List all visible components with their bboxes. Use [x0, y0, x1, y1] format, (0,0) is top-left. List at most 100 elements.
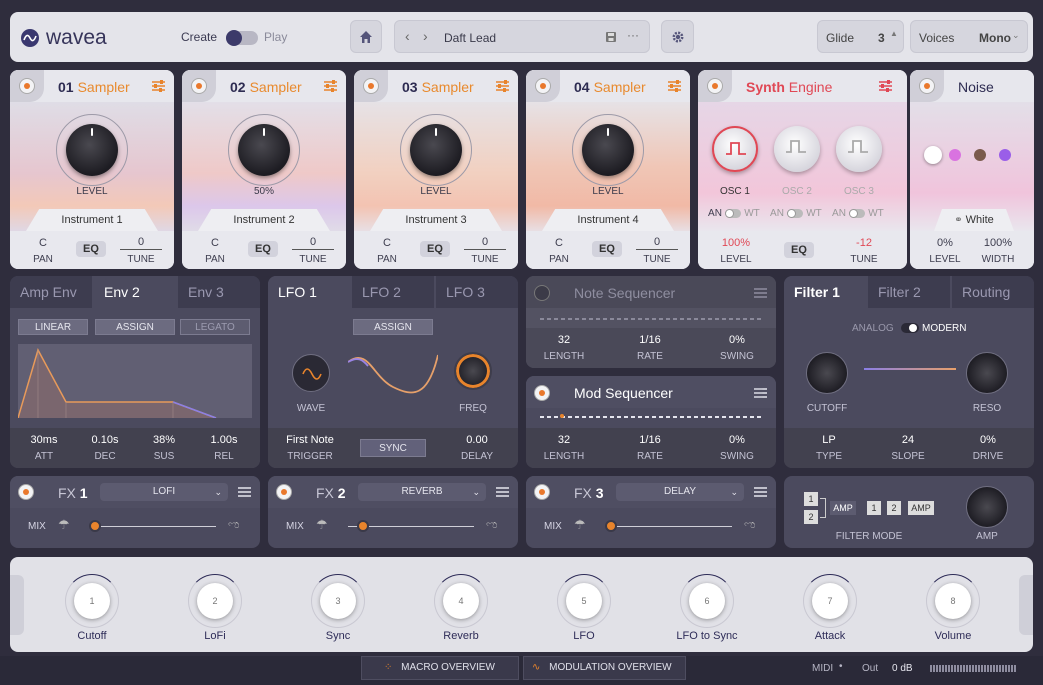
- synth-tune-value[interactable]: -12: [848, 237, 880, 249]
- instrument-name-tag[interactable]: Instrument 2: [198, 209, 330, 231]
- tune-value[interactable]: 0: [464, 236, 506, 248]
- output-gain-value[interactable]: 0 dB: [892, 663, 913, 674]
- fx-type-select[interactable]: LOFI ⌄: [100, 483, 228, 501]
- noise-type-tag[interactable]: ⚭ White: [934, 209, 1014, 231]
- instrument-power-button[interactable]: [363, 78, 379, 94]
- an-wt-toggle[interactable]: [787, 209, 803, 218]
- synth-power-button[interactable]: [707, 78, 723, 94]
- tune-slider[interactable]: [464, 249, 506, 250]
- osc-knob[interactable]: [774, 126, 820, 172]
- macro-scroll-left[interactable]: [10, 575, 24, 635]
- mix-slider-handle[interactable]: [605, 520, 617, 532]
- instrument-power-button[interactable]: [19, 78, 35, 94]
- param-value[interactable]: 38%: [136, 434, 192, 446]
- tune-value[interactable]: 0: [292, 236, 334, 248]
- tune-value[interactable]: 0: [120, 236, 162, 248]
- sliders-icon[interactable]: [754, 387, 767, 399]
- instrument-name-tag[interactable]: Instrument 3: [370, 209, 502, 231]
- level-knob[interactable]: [238, 124, 290, 176]
- instrument-power-button[interactable]: [191, 78, 207, 94]
- tab-amp-env[interactable]: Amp Env: [10, 276, 92, 308]
- lfo-assign-button[interactable]: ASSIGN: [353, 319, 433, 335]
- tab-lfo-1[interactable]: LFO 1: [268, 276, 350, 308]
- modulation-overview-button[interactable]: ∿ MODULATION OVERVIEW: [523, 656, 686, 680]
- tune-slider[interactable]: [292, 249, 334, 250]
- param-value[interactable]: 0.10s: [77, 434, 133, 446]
- glide-select[interactable]: Glide 3 ▲: [817, 20, 904, 53]
- osc-knob[interactable]: [712, 126, 758, 172]
- fx-type-select[interactable]: DELAY ⌄: [616, 483, 744, 501]
- mix-slider-handle[interactable]: [357, 520, 369, 532]
- create-play-toggle[interactable]: [226, 30, 258, 46]
- settings-button[interactable]: [661, 20, 694, 53]
- fx-power-button[interactable]: [276, 484, 292, 500]
- noise-width-value[interactable]: 100%: [980, 237, 1016, 249]
- voices-select[interactable]: Voices Mono ⌄: [910, 20, 1028, 53]
- param-value[interactable]: 0%: [960, 434, 1016, 446]
- freq-knob[interactable]: [454, 352, 492, 390]
- route-node-amp-b[interactable]: AMP: [908, 501, 934, 515]
- pan-value[interactable]: C: [544, 237, 574, 249]
- tab-lfo-3[interactable]: LFO 3: [436, 276, 518, 308]
- macro-overview-button[interactable]: ⁘ MACRO OVERVIEW: [361, 656, 519, 680]
- noise-color-dot[interactable]: [924, 146, 942, 164]
- pan-value[interactable]: C: [28, 237, 58, 249]
- more-options-button[interactable]: ···: [627, 28, 639, 42]
- sliders-icon[interactable]: [668, 80, 681, 92]
- prev-preset-button[interactable]: ‹: [405, 28, 410, 44]
- mix-slider[interactable]: [606, 526, 732, 527]
- synth-eq-button[interactable]: EQ: [784, 242, 814, 258]
- analog-modern-toggle[interactable]: [901, 323, 919, 333]
- sliders-icon[interactable]: [496, 80, 509, 92]
- macro-scroll-right[interactable]: [1019, 575, 1033, 635]
- fx-power-button[interactable]: [534, 484, 550, 500]
- pan-value[interactable]: C: [372, 237, 402, 249]
- instrument-name-tag[interactable]: Instrument 1: [26, 209, 158, 231]
- preset-name[interactable]: Daft Lead: [444, 31, 496, 45]
- legato-button[interactable]: LEGATO: [180, 319, 250, 335]
- tab-filter-1[interactable]: Filter 1: [784, 276, 866, 308]
- param-value[interactable]: 24: [880, 434, 936, 446]
- fx-power-button[interactable]: [18, 484, 34, 500]
- trigger-value[interactable]: First Note: [276, 434, 344, 446]
- pan-value[interactable]: C: [200, 237, 230, 249]
- tab-routing[interactable]: Routing: [952, 276, 1034, 308]
- fx-type-select[interactable]: REVERB ⌄: [358, 483, 486, 501]
- route-node-serial-2[interactable]: 2: [887, 501, 901, 515]
- sliders-icon[interactable]: [754, 486, 767, 498]
- wave-knob[interactable]: [292, 354, 330, 392]
- param-value[interactable]: 0%: [709, 434, 765, 446]
- mix-slider-handle[interactable]: [89, 520, 101, 532]
- note-seq-power-button[interactable]: [534, 285, 550, 301]
- macro-knob[interactable]: 3: [320, 583, 356, 619]
- note-seq-steps[interactable]: [540, 318, 762, 320]
- tune-slider[interactable]: [636, 249, 678, 250]
- instrument-name-tag[interactable]: Instrument 4: [542, 209, 674, 231]
- macro-knob[interactable]: 2: [197, 583, 233, 619]
- an-wt-toggle[interactable]: [725, 209, 741, 218]
- level-knob[interactable]: [582, 124, 634, 176]
- next-preset-button[interactable]: ›: [423, 28, 428, 44]
- cutoff-knob[interactable]: [806, 352, 848, 394]
- noise-color-dot[interactable]: [999, 149, 1011, 161]
- route-node-serial-1[interactable]: 1: [867, 501, 881, 515]
- tune-value[interactable]: 0: [636, 236, 678, 248]
- level-knob[interactable]: [410, 124, 462, 176]
- tab-env-3[interactable]: Env 3: [178, 276, 260, 308]
- mix-slider[interactable]: [90, 526, 216, 527]
- macro-knob[interactable]: 5: [566, 583, 602, 619]
- an-wt-toggle[interactable]: [849, 209, 865, 218]
- eq-button[interactable]: EQ: [592, 241, 622, 257]
- sliders-icon[interactable]: [754, 287, 767, 299]
- noise-power-button[interactable]: [919, 78, 935, 94]
- eq-button[interactable]: EQ: [248, 241, 278, 257]
- sliders-icon[interactable]: [496, 486, 509, 498]
- save-icon[interactable]: [605, 31, 617, 43]
- delay-value[interactable]: 0.00: [448, 434, 506, 446]
- noise-color-dot[interactable]: [949, 149, 961, 161]
- noise-level-value[interactable]: 0%: [928, 237, 962, 249]
- sliders-icon[interactable]: [879, 80, 892, 92]
- amp-knob[interactable]: [966, 486, 1008, 528]
- assign-button[interactable]: ASSIGN: [95, 319, 175, 335]
- eq-button[interactable]: EQ: [76, 241, 106, 257]
